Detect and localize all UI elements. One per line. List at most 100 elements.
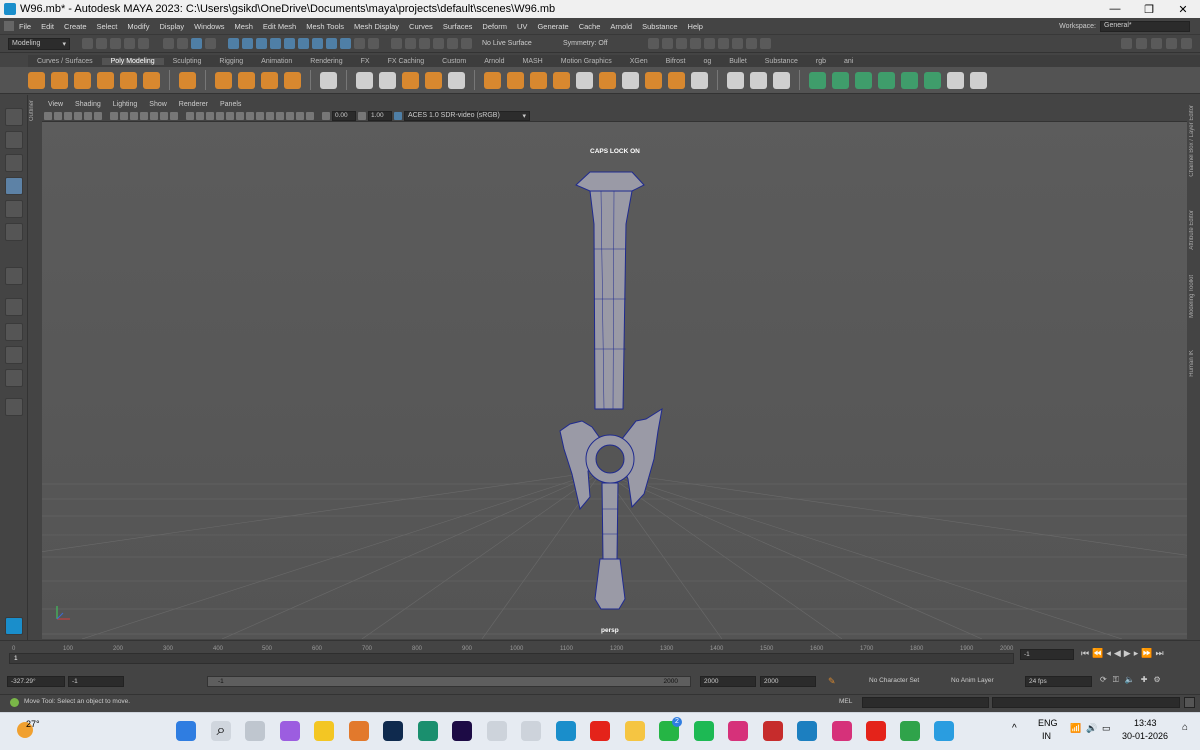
- gamma-icon[interactable]: [358, 111, 366, 120]
- shelf-tab-og[interactable]: og: [694, 58, 720, 65]
- prefs-icon[interactable]: ⚙: [1153, 675, 1160, 685]
- hypershade-icon[interactable]: [433, 38, 444, 49]
- select-hierarchy-icon[interactable]: [163, 38, 174, 49]
- anim-end-field[interactable]: 2000: [760, 676, 816, 687]
- spotify-icon[interactable]: [694, 721, 714, 741]
- rotate-tool-icon[interactable]: [5, 200, 23, 218]
- current-time-marker[interactable]: 1: [14, 655, 18, 662]
- fps-select[interactable]: 24 fps: [1025, 676, 1092, 687]
- extrude-icon[interactable]: [484, 71, 501, 89]
- select-object-icon[interactable]: [177, 38, 188, 49]
- shelf-tab-rgb[interactable]: rgb: [807, 58, 835, 65]
- step-back-frame-icon[interactable]: ◂: [1106, 648, 1111, 659]
- poly-torus-icon[interactable]: [143, 71, 160, 89]
- layout-four-icon[interactable]: [676, 38, 687, 49]
- shelf-tab-ani[interactable]: ani: [835, 58, 862, 65]
- wireframe-on-shaded-icon[interactable]: [206, 111, 214, 120]
- instagram-icon[interactable]: [728, 721, 748, 741]
- reflection-icon[interactable]: [970, 71, 987, 89]
- toggle-panel-icon[interactable]: [648, 38, 659, 49]
- shelf-tab-curves-surfaces[interactable]: Curves / Surfaces: [28, 58, 102, 65]
- resolution-gate-icon[interactable]: [130, 111, 138, 120]
- render-icon[interactable]: [391, 38, 402, 49]
- layout-persp-icon[interactable]: [718, 38, 729, 49]
- youtube-icon[interactable]: [590, 721, 610, 741]
- poly-cube-icon[interactable]: [51, 71, 68, 89]
- fill-hole-icon[interactable]: [576, 71, 593, 89]
- shelf-tab-arnold[interactable]: Arnold: [475, 58, 513, 65]
- viewport-canvas[interactable]: [42, 99, 1187, 639]
- step-forward-frame-icon[interactable]: ▸: [1134, 648, 1139, 659]
- save-scene-icon[interactable]: [110, 38, 121, 49]
- snap-point-icon[interactable]: [256, 38, 267, 49]
- lock-icon[interactable]: [354, 38, 365, 49]
- single-view-icon[interactable]: [5, 298, 23, 316]
- render-view-icon[interactable]: [447, 38, 458, 49]
- textured-icon[interactable]: [216, 111, 224, 120]
- angle-field[interactable]: -327.29°: [7, 676, 65, 687]
- shelf-tab-custom[interactable]: Custom: [433, 58, 475, 65]
- after-effects-icon[interactable]: [452, 721, 472, 741]
- menu-select[interactable]: Select: [92, 22, 123, 31]
- menu-curves[interactable]: Curves: [404, 22, 438, 31]
- paint-select-icon[interactable]: [5, 154, 23, 172]
- snap-live-icon[interactable]: [298, 38, 309, 49]
- select-face-icon[interactable]: [855, 71, 872, 89]
- menu-cache[interactable]: Cache: [574, 22, 606, 31]
- play-forwards-icon[interactable]: ▶: [1124, 648, 1131, 659]
- shelf-tab-mash[interactable]: MASH: [514, 58, 552, 65]
- shelf-tab-rendering[interactable]: Rendering: [301, 58, 351, 65]
- copilot-icon[interactable]: [280, 721, 300, 741]
- new-scene-icon[interactable]: [82, 38, 93, 49]
- app-cloud-icon[interactable]: [934, 721, 954, 741]
- gamma-field[interactable]: 1.00: [368, 110, 392, 121]
- merge-icon[interactable]: [599, 71, 616, 89]
- menu-mesh-tools[interactable]: Mesh Tools: [301, 22, 349, 31]
- smooth-icon[interactable]: [402, 71, 419, 89]
- menu-arnold[interactable]: Arnold: [605, 22, 637, 31]
- blender-icon[interactable]: [349, 721, 369, 741]
- start-icon[interactable]: [176, 721, 196, 741]
- lasso-tool-icon[interactable]: [5, 131, 23, 149]
- four-view-icon[interactable]: [5, 323, 23, 341]
- viewport-menu-show[interactable]: Show: [143, 101, 173, 108]
- mel-label[interactable]: MEL: [839, 698, 852, 705]
- clock-date[interactable]: 30-01-2026: [1122, 731, 1168, 741]
- shelf-tab-fx[interactable]: FX: [352, 58, 379, 65]
- menu-mesh[interactable]: Mesh: [230, 22, 258, 31]
- modeling-toolkit-icon[interactable]: [1121, 38, 1132, 49]
- lang-line-2[interactable]: IN: [1042, 731, 1051, 741]
- select-edge-icon[interactable]: [832, 71, 849, 89]
- task-view-icon[interactable]: [245, 721, 265, 741]
- layout-side-icon[interactable]: [690, 38, 701, 49]
- poly-pipe-icon[interactable]: [238, 71, 255, 89]
- app-red-icon[interactable]: [763, 721, 783, 741]
- menu-help[interactable]: Help: [683, 22, 708, 31]
- select-multi-icon[interactable]: [924, 71, 941, 89]
- menu-create[interactable]: Create: [59, 22, 92, 31]
- poly-text-icon[interactable]: [261, 71, 278, 89]
- shelf-tab-bullet[interactable]: Bullet: [720, 58, 756, 65]
- select-tool-icon[interactable]: [5, 108, 23, 126]
- wifi-icon[interactable]: 📶: [1070, 723, 1081, 734]
- outliner-tab[interactable]: Outliner: [29, 100, 35, 121]
- range-slider[interactable]: -1 2000: [207, 676, 691, 687]
- selection-mask-icon[interactable]: [205, 38, 216, 49]
- field-chart-icon[interactable]: [150, 111, 158, 120]
- youtube-2-icon[interactable]: [866, 721, 886, 741]
- quadrangulate-icon[interactable]: [668, 71, 685, 89]
- loop-icon[interactable]: ⟳: [1100, 675, 1107, 685]
- file-explorer-icon[interactable]: [625, 721, 645, 741]
- lang-line-1[interactable]: ENG: [1038, 718, 1058, 728]
- undo-icon[interactable]: [124, 38, 135, 49]
- viewport-menu-panels[interactable]: Panels: [214, 101, 247, 108]
- volume-icon[interactable]: 🔊: [1086, 723, 1097, 734]
- uv-editor-icon[interactable]: [320, 71, 337, 89]
- grease-pencil-icon[interactable]: [94, 111, 102, 120]
- menu-display[interactable]: Display: [155, 22, 190, 31]
- notifications-icon[interactable]: ⌂: [1182, 722, 1188, 733]
- menu-modify[interactable]: Modify: [122, 22, 154, 31]
- app-blue-icon[interactable]: [797, 721, 817, 741]
- human-ik-tab[interactable]: Human IK: [1189, 350, 1195, 377]
- viewport-menu-renderer[interactable]: Renderer: [173, 101, 214, 108]
